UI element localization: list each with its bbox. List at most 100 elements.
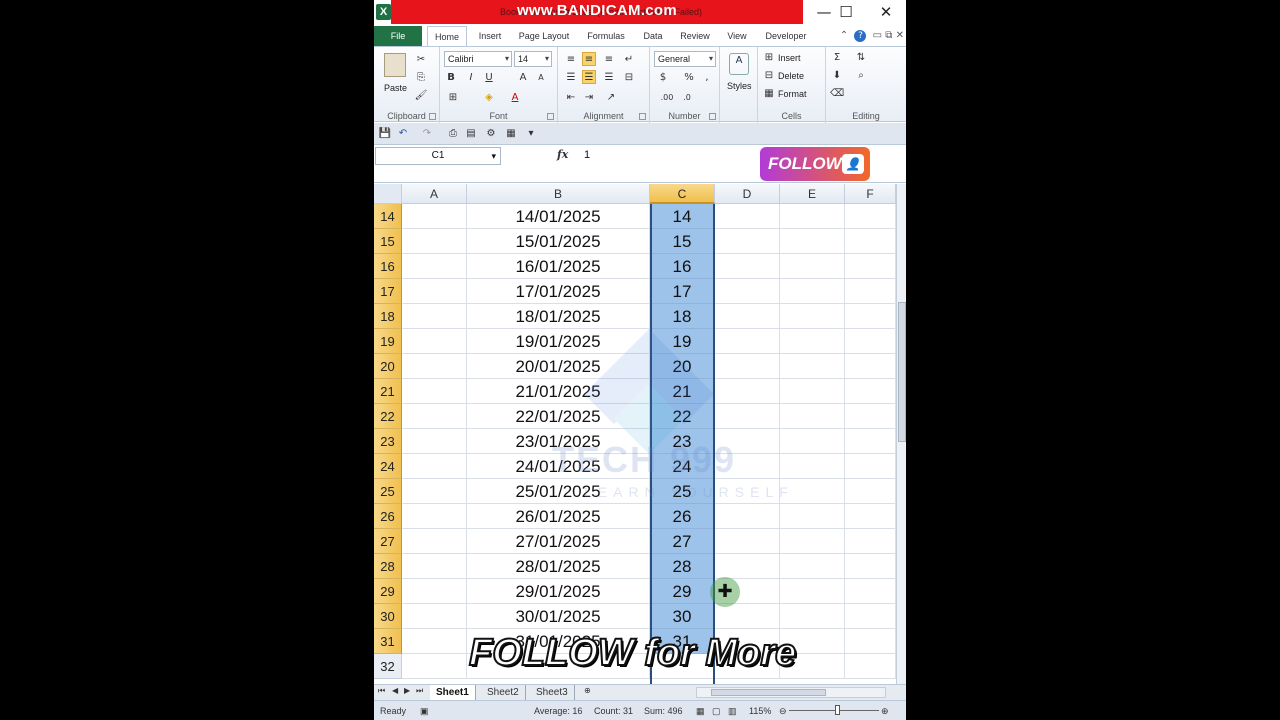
macro-record-icon[interactable]: ▣ <box>420 706 429 717</box>
cell-e[interactable] <box>780 504 845 529</box>
borders-icon[interactable]: ⊞ <box>446 91 460 105</box>
row-header[interactable]: 16 <box>374 254 402 279</box>
column-header-a[interactable]: A <box>402 184 467 204</box>
cell-d[interactable] <box>715 554 780 579</box>
form-icon[interactable]: ▤ <box>464 127 478 141</box>
cell-e[interactable] <box>780 379 845 404</box>
close-button[interactable]: ✕ <box>866 2 906 22</box>
cell-f[interactable] <box>845 229 896 254</box>
row-header[interactable]: 22 <box>374 404 402 429</box>
format-cells-button[interactable]: Format <box>778 89 807 99</box>
cell-b[interactable]: 16/01/2025 <box>467 254 650 279</box>
cell-c[interactable]: 21 <box>650 379 715 404</box>
decrease-indent-icon[interactable]: ⇤ <box>564 91 578 105</box>
row-header[interactable]: 17 <box>374 279 402 304</box>
cell-a[interactable] <box>402 329 467 354</box>
cell-c[interactable]: 28 <box>650 554 715 579</box>
cell-e[interactable] <box>780 579 845 604</box>
cell-b[interactable]: 20/01/2025 <box>467 354 650 379</box>
cell-f[interactable] <box>845 554 896 579</box>
styles-icon[interactable]: A <box>729 53 749 75</box>
cell-f[interactable] <box>845 354 896 379</box>
cell-b[interactable]: 29/01/2025 <box>467 579 650 604</box>
cell-e[interactable] <box>780 279 845 304</box>
customize-toolbar-icon[interactable]: ▾ <box>524 127 538 141</box>
horizontal-scrollbar[interactable] <box>696 687 886 698</box>
percent-button[interactable]: % <box>682 71 696 85</box>
sort-filter-icon[interactable]: ⇅ <box>854 51 868 65</box>
column-header-e[interactable]: E <box>780 184 845 204</box>
sheet-tab-3[interactable]: Sheet3 <box>530 685 575 700</box>
row-header[interactable]: 18 <box>374 304 402 329</box>
merge-center-icon[interactable]: ⊟ <box>622 71 636 85</box>
orientation-icon[interactable]: ↗ <box>604 91 618 105</box>
cell-e[interactable] <box>780 329 845 354</box>
cell-a[interactable] <box>402 304 467 329</box>
cell-d[interactable] <box>715 229 780 254</box>
paste-label[interactable]: Paste <box>384 83 407 93</box>
cell-a[interactable] <box>402 629 467 654</box>
align-center-icon[interactable]: ☰ <box>582 70 596 84</box>
cell-f[interactable] <box>845 629 896 654</box>
cell-c[interactable]: 19 <box>650 329 715 354</box>
row-header[interactable]: 19 <box>374 329 402 354</box>
clear-icon[interactable]: ⌫ <box>830 87 844 101</box>
formula-input[interactable]: 1 <box>584 149 590 161</box>
cell-b[interactable]: 18/01/2025 <box>467 304 650 329</box>
cell-b[interactable]: 26/01/2025 <box>467 504 650 529</box>
cell-a[interactable] <box>402 479 467 504</box>
row-header[interactable]: 27 <box>374 529 402 554</box>
italic-button[interactable]: I <box>464 71 478 85</box>
cell-a[interactable] <box>402 429 467 454</box>
zoom-slider-track[interactable] <box>789 710 879 711</box>
tab-insert[interactable]: Insert <box>472 26 508 47</box>
wrap-text-icon[interactable]: ↵ <box>622 53 636 67</box>
cell-b[interactable]: 27/01/2025 <box>467 529 650 554</box>
page-break-view-icon[interactable]: ▥ <box>728 706 737 717</box>
cell-a[interactable] <box>402 354 467 379</box>
cell-c[interactable]: 20 <box>650 354 715 379</box>
cell-e[interactable] <box>780 529 845 554</box>
cell-a[interactable] <box>402 579 467 604</box>
toolbar-extra-icon[interactable]: ⚙ <box>484 127 498 141</box>
cell-d[interactable] <box>715 504 780 529</box>
row-header[interactable]: 15 <box>374 229 402 254</box>
tab-view[interactable]: View <box>722 26 752 47</box>
cell-a[interactable] <box>402 204 467 229</box>
minimize-ribbon-icon[interactable]: ⌃ <box>840 30 848 41</box>
cell-e[interactable] <box>780 454 845 479</box>
cell-f[interactable] <box>845 404 896 429</box>
cell-d[interactable] <box>715 404 780 429</box>
cell-d[interactable] <box>715 604 780 629</box>
row-header[interactable]: 30 <box>374 604 402 629</box>
save-icon[interactable]: 💾 <box>378 127 392 141</box>
cell-a[interactable] <box>402 279 467 304</box>
insert-function-button[interactable]: fx <box>557 148 568 161</box>
cell-e[interactable] <box>780 429 845 454</box>
copy-icon[interactable]: ⎘ <box>414 71 428 85</box>
cell-a[interactable] <box>402 654 467 679</box>
grow-font-button[interactable]: A <box>516 71 530 85</box>
column-header-b[interactable]: B <box>467 184 650 204</box>
delete-cells-icon[interactable]: ⊟ <box>762 69 776 83</box>
cell-f[interactable] <box>845 479 896 504</box>
column-header-f[interactable]: F <box>845 184 896 204</box>
cell-c[interactable]: 26 <box>650 504 715 529</box>
row-header[interactable]: 21 <box>374 379 402 404</box>
vertical-scrollbar[interactable] <box>896 184 906 684</box>
row-header[interactable]: 20 <box>374 354 402 379</box>
cell-d[interactable] <box>715 529 780 554</box>
normal-view-icon[interactable]: ▦ <box>696 706 705 717</box>
horizontal-scroll-thumb[interactable] <box>711 689 826 696</box>
cell-a[interactable] <box>402 504 467 529</box>
paste-icon[interactable] <box>384 53 406 77</box>
cell-d[interactable] <box>715 329 780 354</box>
cell-d[interactable] <box>715 354 780 379</box>
number-format-select[interactable]: General <box>654 51 716 67</box>
number-launcher-icon[interactable] <box>709 113 716 120</box>
cell-a[interactable] <box>402 229 467 254</box>
cell-c[interactable]: 27 <box>650 529 715 554</box>
row-header[interactable]: 26 <box>374 504 402 529</box>
cell-c[interactable]: 15 <box>650 229 715 254</box>
insert-cells-icon[interactable]: ⊞ <box>762 51 776 65</box>
